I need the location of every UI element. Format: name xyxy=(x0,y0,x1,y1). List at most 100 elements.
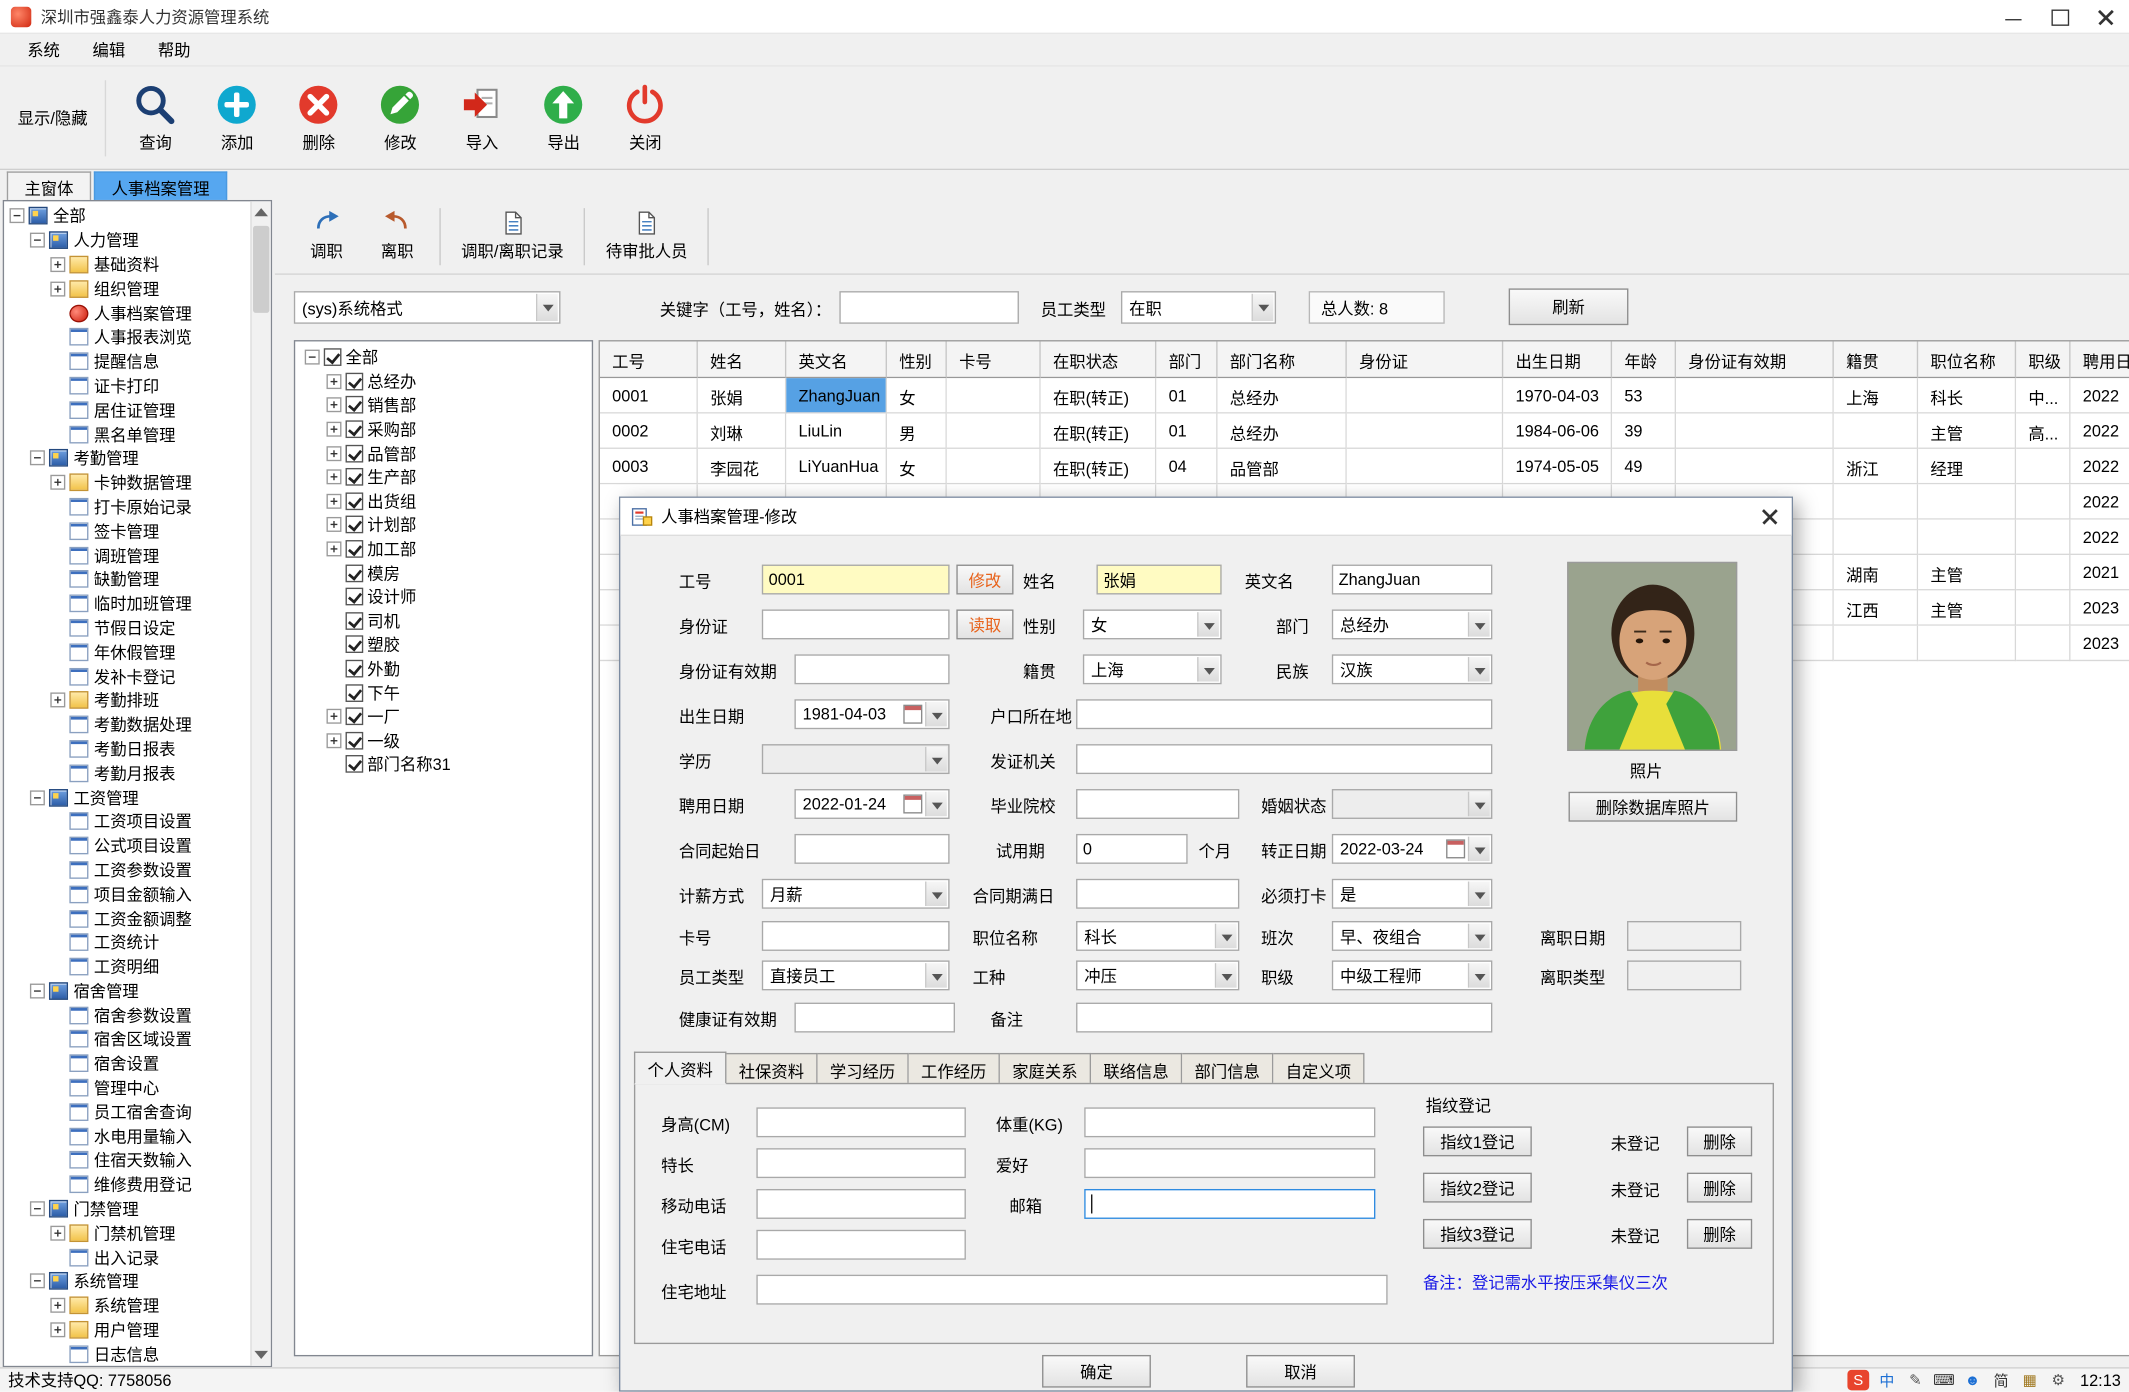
read-idcard-button[interactable]: 读取 xyxy=(956,609,1014,640)
tree-expander-icon[interactable] xyxy=(29,450,45,466)
field-shift[interactable]: 早、夜组合 xyxy=(1331,920,1493,951)
table-cell[interactable]: LiYuanHua xyxy=(786,448,887,485)
tree-expander-icon[interactable] xyxy=(29,232,45,248)
field-rank[interactable]: 中级工程师 xyxy=(1331,960,1493,991)
nav-tree-item[interactable]: 人事报表浏览 xyxy=(5,325,249,349)
tree-expander-icon[interactable] xyxy=(326,517,342,533)
nav-tree-item[interactable]: 居住证管理 xyxy=(5,398,249,422)
checkbox-checked-icon[interactable] xyxy=(345,564,364,582)
field-remark[interactable] xyxy=(1076,1002,1493,1033)
table-cell[interactable] xyxy=(1676,448,1834,485)
delete-photo-button[interactable]: 删除数据库照片 xyxy=(1568,791,1738,822)
field-birth[interactable]: 1981-04-03 xyxy=(794,699,950,730)
column-header-5[interactable]: 在职状态 xyxy=(1040,341,1157,379)
nav-tree-item[interactable]: 工资金额调整 xyxy=(5,906,249,930)
checkbox-checked-icon[interactable] xyxy=(323,348,342,367)
pfield-home_phone[interactable] xyxy=(756,1229,966,1260)
table-cell[interactable] xyxy=(946,448,1041,485)
pfield-hobby[interactable] xyxy=(1084,1148,1376,1179)
checkbox-checked-icon[interactable] xyxy=(345,659,364,678)
field-contract_end[interactable] xyxy=(1076,878,1240,909)
table-cell[interactable]: 浙江 xyxy=(1833,448,1919,485)
table-cell[interactable]: 女 xyxy=(886,378,947,414)
tree-expander-icon[interactable] xyxy=(326,709,342,725)
dept-tree-item[interactable]: 全部 xyxy=(299,346,587,370)
dialog-tab-0[interactable]: 个人资料 xyxy=(633,1051,727,1085)
table-cell[interactable]: 2022 xyxy=(2070,413,2129,449)
subtoolbar-button-0[interactable]: 调职 xyxy=(291,205,362,268)
toolbar-button-del[interactable]: 删除 xyxy=(278,82,360,154)
table-cell[interactable]: 在职(转正) xyxy=(1040,378,1157,414)
dept-tree-item[interactable]: 塑胶 xyxy=(299,633,587,657)
nav-tree-item[interactable]: 组织管理 xyxy=(5,277,249,301)
pfield-home_addr[interactable] xyxy=(756,1274,1388,1305)
scroll-up-icon[interactable] xyxy=(254,208,268,217)
nav-tree-item[interactable]: 发补卡登记 xyxy=(5,664,249,688)
nav-tree-item[interactable]: 黑名单管理 xyxy=(5,422,249,446)
table-cell[interactable]: 2022 xyxy=(2070,519,2129,556)
tree-expander-icon[interactable] xyxy=(50,281,66,297)
tab-0[interactable]: 主窗体 xyxy=(6,171,92,200)
nav-tree-item[interactable]: 基础资料 xyxy=(5,252,249,276)
table-cell[interactable] xyxy=(2016,625,2071,662)
toolbox-icon[interactable]: ▦ xyxy=(2019,1370,2041,1390)
dept-tree-item[interactable]: 设计师 xyxy=(299,585,587,609)
maximize-icon[interactable] xyxy=(2037,0,2083,34)
checkbox-checked-icon[interactable] xyxy=(345,755,364,774)
table-cell[interactable]: ZhangJuan xyxy=(786,378,887,414)
table-cell[interactable]: 主管 xyxy=(1918,590,2017,626)
handwriting-icon[interactable]: ✎ xyxy=(1905,1370,1927,1390)
table-cell[interactable]: 53 xyxy=(1612,378,1677,414)
nav-tree-item[interactable]: 员工宿舍查询 xyxy=(5,1100,249,1124)
nav-tree-item[interactable]: 工资管理 xyxy=(5,785,249,809)
subtoolbar-button-3[interactable]: 待审批人员 xyxy=(592,205,701,268)
nav-tree-item[interactable]: 门禁机管理 xyxy=(5,1221,249,1245)
nav-tree-item[interactable]: 工资参数设置 xyxy=(5,858,249,882)
table-cell[interactable] xyxy=(2016,555,2071,591)
field-leave_date[interactable] xyxy=(1627,920,1742,951)
tree-expander-icon[interactable] xyxy=(326,421,342,437)
checkbox-checked-icon[interactable] xyxy=(345,588,364,606)
tree-expander-icon[interactable] xyxy=(50,1322,66,1338)
field-dept[interactable]: 总经办 xyxy=(1331,609,1493,640)
fingerprint-delete-button-1[interactable]: 删除 xyxy=(1686,1126,1753,1157)
nav-tree-item[interactable]: 系统管理 xyxy=(5,1269,249,1293)
table-cell[interactable]: LiuLin xyxy=(786,413,887,449)
dept-tree-item[interactable]: 总经办 xyxy=(299,369,587,393)
table-cell[interactable]: 在职(转正) xyxy=(1040,448,1157,485)
pfield-height[interactable] xyxy=(756,1107,966,1138)
simplified-chinese-icon[interactable]: 简 xyxy=(1990,1370,2012,1390)
toolbar-button-imp[interactable]: 导入 xyxy=(441,82,523,154)
toolbar-button-exp[interactable]: 导出 xyxy=(523,82,605,154)
column-header-7[interactable]: 部门名称 xyxy=(1217,341,1347,379)
table-cell[interactable] xyxy=(1346,378,1504,414)
pfield-weight[interactable] xyxy=(1084,1107,1376,1138)
nav-tree-item[interactable]: 签卡管理 xyxy=(5,519,249,543)
nav-tree-item[interactable]: 水电用量输入 xyxy=(5,1124,249,1148)
dialog-close-icon[interactable] xyxy=(1759,506,1781,528)
column-header-14[interactable]: 职级 xyxy=(2016,341,2071,379)
table-cell[interactable]: 品管部 xyxy=(1217,448,1347,485)
fingerprint-delete-button-2[interactable]: 删除 xyxy=(1686,1172,1753,1203)
checkbox-checked-icon[interactable] xyxy=(345,707,364,726)
keyword-input[interactable] xyxy=(839,291,1019,324)
tree-expander-icon[interactable] xyxy=(29,983,45,999)
menu-item-0[interactable]: 系统 xyxy=(11,33,76,67)
tree-expander-icon[interactable] xyxy=(50,1225,66,1241)
field-household[interactable] xyxy=(1076,699,1493,730)
field-en_name[interactable] xyxy=(1331,564,1493,595)
checkbox-checked-icon[interactable] xyxy=(345,444,364,463)
toolbar-button-add[interactable]: 添加 xyxy=(196,82,278,154)
field-ethnic[interactable]: 汉族 xyxy=(1331,654,1493,685)
field-regular_date[interactable]: 2022-03-24 xyxy=(1331,833,1493,864)
table-cell[interactable] xyxy=(1833,484,1919,520)
field-position[interactable]: 科长 xyxy=(1076,920,1240,951)
nav-tree-item[interactable]: 日志信息 xyxy=(5,1342,249,1365)
toolbar-button-power[interactable]: 关闭 xyxy=(604,82,686,154)
table-row[interactable]: 0003 李园花 LiYuanHua 女 在职(转正) 04 品管部 1974-05-05 49… xyxy=(599,448,2129,485)
table-cell[interactable] xyxy=(1833,519,1919,556)
tree-expander-icon[interactable] xyxy=(326,732,342,748)
dept-tree-item[interactable]: 出货组 xyxy=(299,489,587,513)
table-cell[interactable] xyxy=(1676,378,1834,414)
refresh-button[interactable]: 刷新 xyxy=(1508,288,1629,326)
